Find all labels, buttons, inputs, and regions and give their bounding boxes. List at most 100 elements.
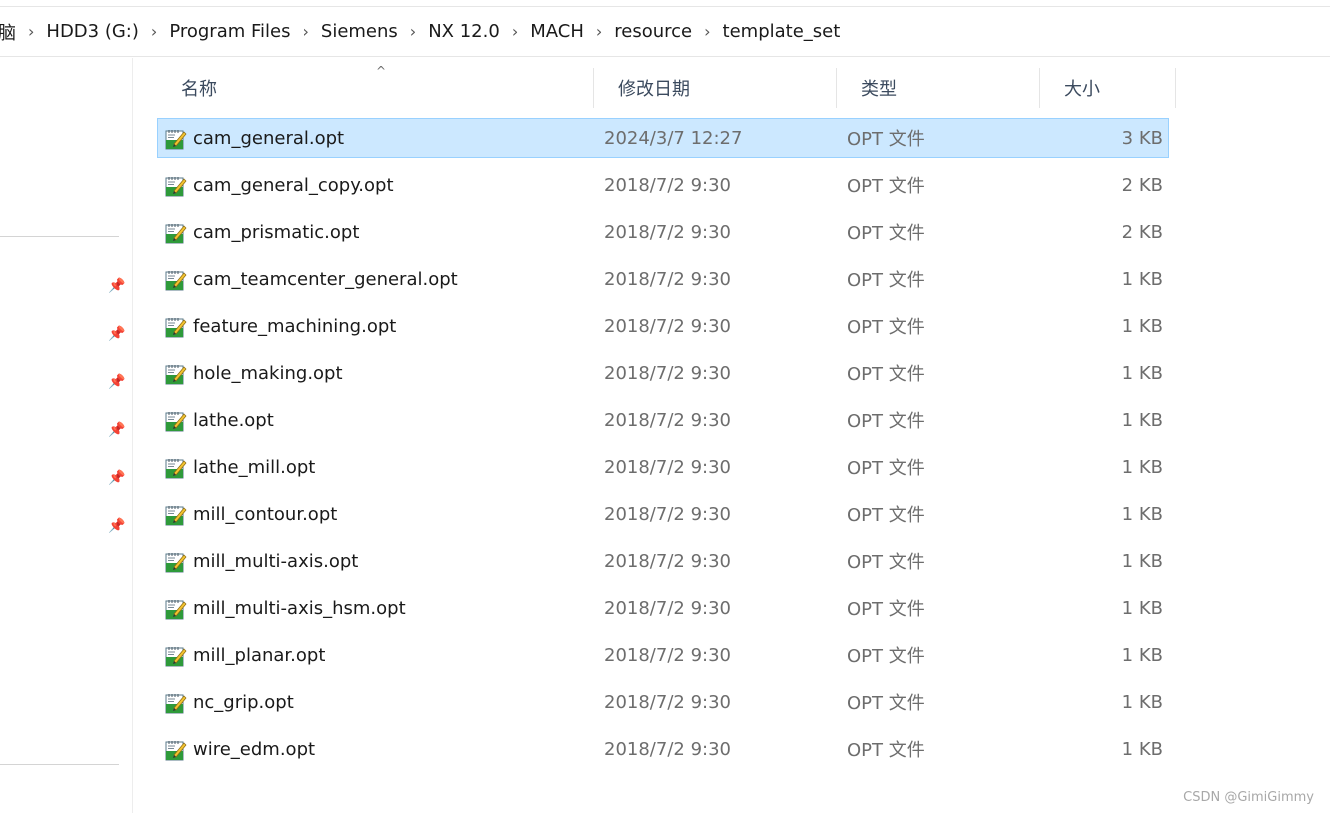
nav-divider — [0, 764, 119, 765]
file-modified-date: 2018/7/2 9:30 — [604, 597, 731, 619]
notepad-file-icon — [164, 221, 188, 245]
chevron-right-icon[interactable]: › — [402, 22, 424, 41]
file-row[interactable]: mill_contour.opt 2018/7/2 9:30 OPT 文件 1 KB — [157, 494, 1169, 534]
breadcrumb-item[interactable]: HDD3 (G:) — [42, 21, 143, 42]
file-row[interactable]: feature_machining.opt 2018/7/2 9:30 OPT 文件… — [157, 306, 1169, 346]
file-row[interactable]: cam_general.opt 2024/3/7 12:27 OPT 文件 3 KB — [157, 118, 1169, 158]
notepad-file-icon — [164, 456, 188, 480]
file-modified-date: 2018/7/2 9:30 — [604, 174, 731, 196]
pin-icon[interactable]: 📌 — [108, 373, 126, 391]
file-modified-date: 2018/7/2 9:30 — [604, 456, 731, 478]
file-row[interactable]: mill_multi-axis.opt 2018/7/2 9:30 OPT 文件 1 … — [157, 541, 1169, 581]
file-type: OPT 文件 — [847, 223, 925, 244]
breadcrumb-item[interactable]: 脑 — [0, 19, 20, 45]
file-type: OPT 文件 — [847, 740, 925, 761]
file-size: 1 KB — [1121, 597, 1163, 619]
column-header-row: ^ 名称 修改日期 类型 大小 — [157, 58, 1177, 118]
pin-icon[interactable]: 📌 — [108, 277, 126, 295]
chevron-right-icon[interactable]: › — [696, 22, 718, 41]
file-type: OPT 文件 — [847, 129, 925, 150]
file-name[interactable]: mill_contour.opt — [193, 504, 337, 525]
pin-icon[interactable]: 📌 — [108, 325, 126, 343]
file-row[interactable]: lathe.opt 2018/7/2 9:30 OPT 文件 1 KB — [157, 400, 1169, 440]
file-name[interactable]: feature_machining.opt — [193, 316, 396, 337]
column-header-date[interactable]: 修改日期 — [594, 68, 837, 108]
file-row[interactable]: wire_edm.opt 2018/7/2 9:30 OPT 文件 1 KB — [157, 729, 1169, 769]
file-size: 1 KB — [1121, 691, 1163, 713]
file-name[interactable]: lathe.opt — [193, 410, 274, 431]
chevron-right-icon[interactable]: › — [588, 22, 610, 41]
file-size: 1 KB — [1121, 644, 1163, 666]
file-name[interactable]: cam_general_copy.opt — [193, 175, 394, 196]
file-row[interactable]: lathe_mill.opt 2018/7/2 9:30 OPT 文件 1 KB — [157, 447, 1169, 487]
file-name[interactable]: mill_multi-axis_hsm.opt — [193, 598, 406, 619]
file-modified-date: 2018/7/2 9:30 — [604, 644, 731, 666]
file-name[interactable]: lathe_mill.opt — [193, 457, 315, 478]
navigation-pane: 📌 📌 📌 📌 📌 📌 — [0, 58, 133, 813]
file-name[interactable]: cam_general.opt — [193, 128, 344, 149]
file-type: OPT 文件 — [847, 317, 925, 338]
breadcrumb-item[interactable]: MACH — [526, 21, 588, 42]
pin-icon[interactable]: 📌 — [108, 421, 126, 439]
file-type: OPT 文件 — [847, 458, 925, 479]
breadcrumb-item[interactable]: NX 12.0 — [424, 21, 504, 42]
breadcrumb-item[interactable]: template_set — [719, 21, 845, 42]
chevron-right-icon[interactable]: › — [504, 22, 526, 41]
file-modified-date: 2018/7/2 9:30 — [604, 362, 731, 384]
notepad-file-icon — [164, 738, 188, 762]
file-row[interactable]: nc_grip.opt 2018/7/2 9:30 OPT 文件 1 KB — [157, 682, 1169, 722]
file-row[interactable]: cam_prismatic.opt 2018/7/2 9:30 OPT 文件 2 KB — [157, 212, 1169, 252]
breadcrumb-item[interactable]: Siemens — [317, 21, 402, 42]
watermark: CSDN @GimiGimmy — [1183, 790, 1314, 805]
pin-icon[interactable]: 📌 — [108, 469, 126, 487]
file-size: 2 KB — [1121, 174, 1163, 196]
file-type: OPT 文件 — [847, 599, 925, 620]
chevron-right-icon[interactable]: › — [294, 22, 316, 41]
file-name[interactable]: mill_multi-axis.opt — [193, 551, 358, 572]
notepad-file-icon — [164, 268, 188, 292]
file-type: OPT 文件 — [847, 411, 925, 432]
notepad-file-icon — [164, 691, 188, 715]
notepad-file-icon — [164, 315, 188, 339]
file-modified-date: 2018/7/2 9:30 — [604, 691, 731, 713]
file-name[interactable]: wire_edm.opt — [193, 739, 315, 760]
nav-divider — [0, 236, 119, 237]
file-name[interactable]: hole_making.opt — [193, 363, 343, 384]
file-name[interactable]: cam_teamcenter_general.opt — [193, 269, 458, 290]
breadcrumb-item[interactable]: Program Files — [165, 21, 294, 42]
column-header-name[interactable]: 名称 — [157, 68, 594, 108]
file-modified-date: 2018/7/2 9:30 — [604, 268, 731, 290]
file-size: 1 KB — [1121, 268, 1163, 290]
notepad-file-icon — [164, 127, 188, 151]
notepad-file-icon — [164, 409, 188, 433]
notepad-file-icon — [164, 362, 188, 386]
file-row[interactable]: mill_multi-axis_hsm.opt 2018/7/2 9:30 OPT … — [157, 588, 1169, 628]
column-header-size[interactable]: 大小 — [1040, 68, 1176, 108]
file-modified-date: 2018/7/2 9:30 — [604, 550, 731, 572]
breadcrumb-item[interactable]: resource — [610, 21, 696, 42]
column-header-type[interactable]: 类型 — [837, 68, 1040, 108]
file-size: 1 KB — [1121, 503, 1163, 525]
file-modified-date: 2018/7/2 9:30 — [604, 315, 731, 337]
file-name[interactable]: cam_prismatic.opt — [193, 222, 359, 243]
pin-icon[interactable]: 📌 — [108, 517, 126, 535]
file-modified-date: 2018/7/2 9:30 — [604, 738, 731, 760]
file-modified-date: 2018/7/2 9:30 — [604, 503, 731, 525]
file-row[interactable]: mill_planar.opt 2018/7/2 9:30 OPT 文件 1 KB — [157, 635, 1169, 675]
file-name[interactable]: mill_planar.opt — [193, 645, 325, 666]
file-size: 1 KB — [1121, 315, 1163, 337]
file-type: OPT 文件 — [847, 693, 925, 714]
chevron-right-icon[interactable]: › — [143, 22, 165, 41]
file-size: 1 KB — [1121, 362, 1163, 384]
file-row[interactable]: cam_general_copy.opt 2018/7/2 9:30 OPT 文件 2… — [157, 165, 1169, 205]
file-modified-date: 2018/7/2 9:30 — [604, 221, 731, 243]
chevron-right-icon[interactable]: › — [20, 22, 42, 41]
file-name[interactable]: nc_grip.opt — [193, 692, 294, 713]
file-row[interactable]: hole_making.opt 2018/7/2 9:30 OPT 文件 1 KB — [157, 353, 1169, 393]
notepad-file-icon — [164, 597, 188, 621]
address-breadcrumb[interactable]: 脑›HDD3 (G:)›Program Files›Siemens›NX 12.… — [0, 7, 1330, 57]
file-size: 3 KB — [1121, 127, 1163, 149]
file-row[interactable]: cam_teamcenter_general.opt 2018/7/2 9:30 O… — [157, 259, 1169, 299]
file-size: 1 KB — [1121, 550, 1163, 572]
file-list: ^ 名称 修改日期 类型 大小 cam_general.opt 2024/3/7 … — [157, 58, 1177, 761]
